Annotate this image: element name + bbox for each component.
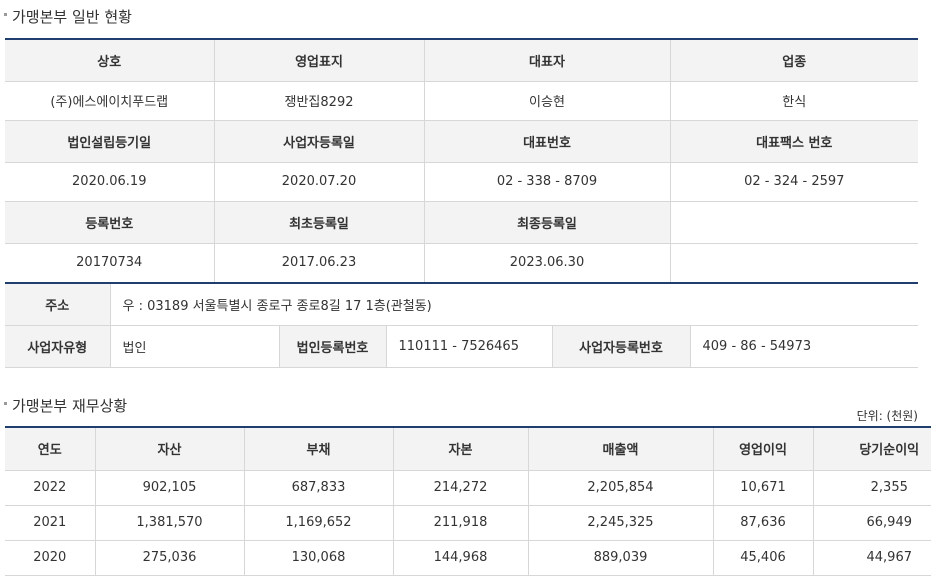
header-cell-fax: 대표팩스 번호 <box>670 120 918 163</box>
header-liabilities: 부채 <box>244 426 394 471</box>
corp-reg-label: 법인등록번호 <box>279 325 387 368</box>
value-reg-number: 20170734 <box>5 243 215 283</box>
finance-row: 2022 902,105 687,833 214,272 2,205,854 1… <box>5 470 931 506</box>
value-fax: 02 - 324 - 2597 <box>670 162 918 202</box>
header-cell-first-reg-date: 최초등록일 <box>214 201 425 244</box>
cell-revenue: 889,039 <box>528 540 714 576</box>
header-equity: 자본 <box>393 426 529 471</box>
header-cell-last-reg-date: 최종등록일 <box>424 201 671 244</box>
business-info-row: 사업자유형 법인 법인등록번호 110111 - 7526465 사업자등록번호… <box>5 325 919 368</box>
address-label: 주소 <box>5 282 111 326</box>
value-empty <box>670 243 918 283</box>
finance-row: 2020 275,036 130,068 144,968 889,039 45,… <box>5 540 931 576</box>
header-year: 연도 <box>5 426 96 471</box>
cell-year: 2021 <box>5 505 96 541</box>
cell-year: 2020 <box>5 540 96 576</box>
cell-year: 2022 <box>5 470 96 506</box>
cell-revenue: 2,245,325 <box>528 505 714 541</box>
cell-net-income: 66,949 <box>813 505 931 541</box>
general-value-row-3: 20170734 2017.06.23 2023.06.30 <box>5 243 918 283</box>
cell-operating-income: 87,636 <box>713 505 814 541</box>
finance-title-text: 가맹본부 재무상황 <box>12 397 128 415</box>
corp-reg-value: 110111 - 7526465 <box>386 325 553 368</box>
general-value-row-1: (주)에스에이치푸드랩 쟁반집8292 이승현 한식 <box>5 81 918 121</box>
unit-label: 단위: (천원) <box>856 409 918 423</box>
general-value-row-2: 2020.06.19 2020.07.20 02 - 338 - 8709 02… <box>5 162 918 202</box>
header-cell-phone: 대표번호 <box>424 120 671 163</box>
header-cell-industry: 업종 <box>670 38 918 82</box>
value-company: (주)에스에이치푸드랩 <box>5 81 215 121</box>
header-cell-business-reg-date: 사업자등록일 <box>214 120 425 163</box>
finance-table: 연도 자산 부채 자본 매출액 영업이익 당기순이익 2022 902,105 … <box>5 426 931 576</box>
address-row: 주소 우 : 03189 서울특별시 종로구 종로8길 17 1층(관철동) <box>5 282 919 326</box>
cell-assets: 1,381,570 <box>95 505 245 541</box>
general-title-text: 가맹본부 일반 현황 <box>12 8 132 26</box>
value-phone: 02 - 338 - 8709 <box>424 162 671 202</box>
general-section-title: 가맹본부 일반 현황 <box>4 6 132 27</box>
general-header-row-2: 법인설립등기일 사업자등록일 대표번호 대표팩스 번호 <box>5 120 918 163</box>
address-table: 주소 우 : 03189 서울특별시 종로구 종로8길 17 1층(관철동) 사… <box>5 282 919 368</box>
biz-reg-value: 409 - 86 - 54973 <box>690 325 919 368</box>
value-brand: 쟁반집8292 <box>214 81 425 121</box>
cell-operating-income: 10,671 <box>713 470 814 506</box>
cell-equity: 211,918 <box>393 505 529 541</box>
header-cell-empty <box>670 201 918 244</box>
biz-type-value: 법인 <box>110 325 280 368</box>
biz-type-label: 사업자유형 <box>5 325 111 368</box>
value-business-reg-date: 2020.07.20 <box>214 162 425 202</box>
cell-equity: 144,968 <box>393 540 529 576</box>
finance-row: 2021 1,381,570 1,169,652 211,918 2,245,3… <box>5 505 931 541</box>
cell-assets: 902,105 <box>95 470 245 506</box>
cell-revenue: 2,205,854 <box>528 470 714 506</box>
general-header-row-3: 등록번호 최초등록일 최종등록일 <box>5 201 918 244</box>
bullet-icon <box>4 13 7 16</box>
header-net-income: 당기순이익 <box>813 426 931 471</box>
finance-section-title: 가맹본부 재무상황 <box>4 395 127 416</box>
header-cell-ceo: 대표자 <box>424 38 671 82</box>
address-value: 우 : 03189 서울특별시 종로구 종로8길 17 1층(관철동) <box>110 282 919 326</box>
header-cell-incorporation-date: 법인설립등기일 <box>5 120 215 163</box>
general-info-table: 상호 영업표지 대표자 업종 (주)에스에이치푸드랩 쟁반집8292 이승현 한… <box>5 38 918 283</box>
cell-liabilities: 1,169,652 <box>244 505 394 541</box>
cell-net-income: 2,355 <box>813 470 931 506</box>
cell-liabilities: 687,833 <box>244 470 394 506</box>
cell-liabilities: 130,068 <box>244 540 394 576</box>
cell-operating-income: 45,406 <box>713 540 814 576</box>
header-operating-income: 영업이익 <box>713 426 814 471</box>
value-first-reg-date: 2017.06.23 <box>214 243 425 283</box>
finance-header-row: 연도 자산 부채 자본 매출액 영업이익 당기순이익 <box>5 426 931 471</box>
header-cell-company: 상호 <box>5 38 215 82</box>
value-last-reg-date: 2023.06.30 <box>424 243 671 283</box>
general-header-row-1: 상호 영업표지 대표자 업종 <box>5 38 918 82</box>
biz-reg-label: 사업자등록번호 <box>552 325 691 368</box>
header-revenue: 매출액 <box>528 426 714 471</box>
header-cell-brand: 영업표지 <box>214 38 425 82</box>
cell-net-income: 44,967 <box>813 540 931 576</box>
value-incorporation-date: 2020.06.19 <box>5 162 215 202</box>
header-cell-reg-number: 등록번호 <box>5 201 215 244</box>
cell-equity: 214,272 <box>393 470 529 506</box>
bullet-icon <box>4 402 7 405</box>
value-ceo: 이승현 <box>424 81 671 121</box>
header-assets: 자산 <box>95 426 245 471</box>
cell-assets: 275,036 <box>95 540 245 576</box>
value-industry: 한식 <box>670 81 918 121</box>
